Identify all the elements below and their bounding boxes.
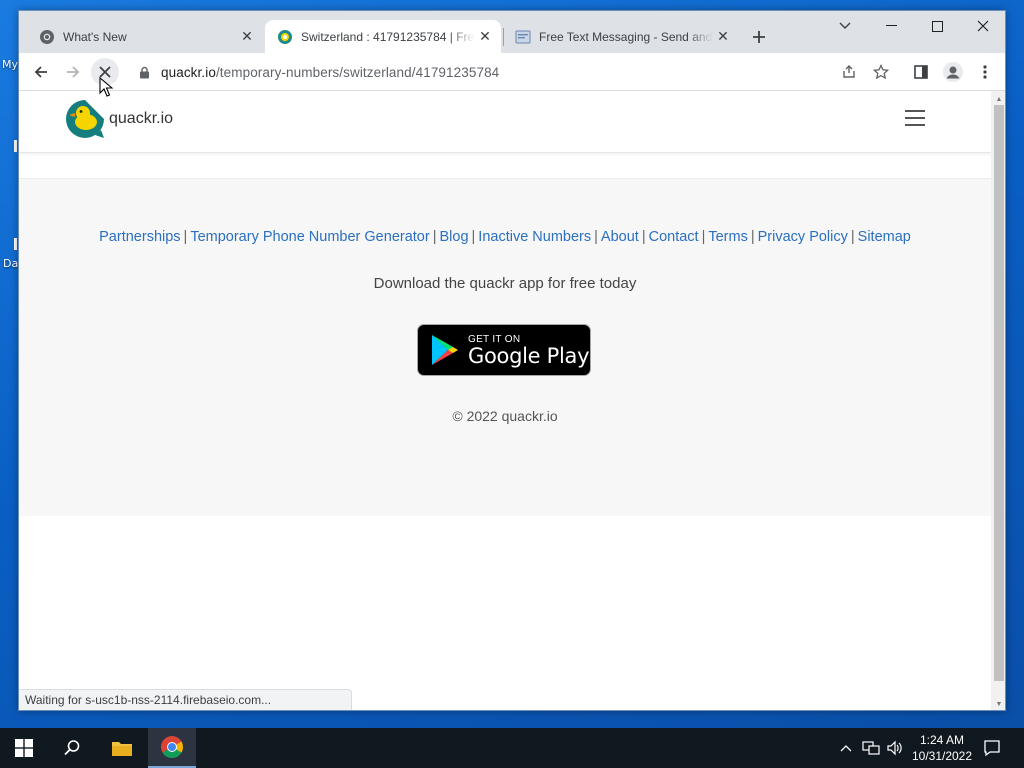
close-tab-icon[interactable]: ✕ [237,27,257,47]
side-panel-icon[interactable] [907,58,935,86]
tab-title: What's New [63,29,127,44]
footer-link-sitemap[interactable]: Sitemap [858,229,911,245]
google-play-small-text: GET IT ON [468,333,521,345]
maximize-button[interactable] [914,11,960,41]
windows-logo-icon [15,739,33,757]
taskbar: 1:24 AM 10/31/2022 [0,728,1024,768]
copyright-text: © 2022 quackr.io [452,408,558,424]
notification-icon [984,740,1000,757]
download-app-text: Download the quackr app for free today [373,275,637,292]
speaker-icon [887,740,902,756]
mouse-cursor-icon [99,77,113,97]
site-header: quackr.io [19,91,991,153]
back-button[interactable] [27,58,55,86]
more-menu-icon[interactable] [971,58,999,86]
notifications-button[interactable] [978,728,1006,768]
tab-title: Free Text Messaging - Send and [539,29,713,44]
network-icon [862,741,880,755]
quackr-favicon-icon [277,29,293,45]
profile-avatar[interactable] [939,58,967,86]
browser-window: What's New ✕ Switzerland : 41791235784 |… [18,10,1006,711]
google-play-big-text: Google Play [468,343,590,368]
site-logo-text: quackr.io [109,110,174,127]
clock-date: 10/31/2022 [911,749,973,763]
desktop-icon-label[interactable]: Da [3,257,18,270]
page-scrollbar[interactable]: ▲ ▼ [991,91,1005,710]
tab-free-text-messaging[interactable]: Free Text Messaging - Send and ✕ [503,20,739,53]
tab-switzerland[interactable]: Switzerland : 41791235784 | Free ✕ [265,20,501,53]
lock-icon[interactable] [139,66,151,79]
close-window-button[interactable] [960,11,1005,41]
volume-button[interactable] [884,728,906,768]
footer-link-blog[interactable]: Blog [439,229,468,245]
footer-link-number-generator[interactable]: Temporary Phone Number Generator [190,229,429,245]
sms-favicon-icon [515,29,531,45]
page-viewport: quackr.io Partnerships | Temporary Phone N… [19,91,1005,710]
scroll-up-arrow-icon[interactable]: ▲ [991,93,1005,105]
scroll-down-arrow-icon[interactable]: ▼ [991,698,1005,710]
footer-link-about[interactable]: About [601,229,639,245]
clock-time: 1:24 AM [919,733,965,747]
show-hidden-icons-button[interactable] [836,728,856,768]
minimize-button[interactable] [868,11,914,41]
google-play-badge[interactable]: GET IT ON Google Play [417,324,591,376]
tab-search-button[interactable] [822,11,868,41]
site-footer: Partnerships | Temporary Phone Number Gene… [19,178,991,516]
folder-icon [112,742,132,756]
start-button[interactable] [0,728,48,768]
desktop-icon-fragment [14,140,17,152]
footer-link-partnerships[interactable]: Partnerships [99,229,180,245]
taskbar-clock[interactable]: 1:24 AM 10/31/2022 [908,732,976,764]
new-tab-button[interactable] [747,25,771,49]
browser-toolbar: quackr.io/temporary-numbers/switzerland/… [19,53,1005,91]
footer-link-privacy-policy[interactable]: Privacy Policy [758,229,848,245]
search-button[interactable] [48,728,96,768]
file-explorer-button[interactable] [98,728,146,768]
site-logo[interactable]: quackr.io [65,99,173,139]
url-path: /temporary-numbers/switzerland/417912357… [215,64,500,80]
footer-link-inactive-numbers[interactable]: Inactive Numbers [478,229,591,245]
footer-link-contact[interactable]: Contact [649,229,699,245]
chevron-up-icon [840,745,852,752]
tab-strip: What's New ✕ Switzerland : 41791235784 |… [19,11,1005,53]
search-icon [64,740,80,756]
close-tab-icon[interactable]: ✕ [475,27,495,47]
scrollbar-thumb[interactable] [994,105,1004,681]
desktop-icon-fragment [14,238,17,250]
hamburger-menu-icon[interactable] [905,110,925,126]
footer-links: Partnerships | Temporary Phone Number Gene… [99,229,911,245]
chrome-icon [39,29,55,45]
desktop-icon-label[interactable]: My [2,58,18,71]
chrome-taskbar-button[interactable] [148,728,196,768]
network-button[interactable] [860,728,882,768]
close-tab-icon[interactable]: ✕ [713,27,733,47]
chrome-icon [161,736,183,758]
share-icon[interactable] [835,58,863,86]
status-bubble: Waiting for s-usc1b-nss-2114.firebaseio.… [19,689,353,710]
url-text: quackr.io/temporary-numbers/switzerland/… [161,65,499,80]
address-bar[interactable]: quackr.io/temporary-numbers/switzerland/… [127,57,893,87]
footer-link-terms[interactable]: Terms [708,229,747,245]
url-host: quackr.io [161,64,216,80]
duck-logo-icon [66,100,104,138]
bookmark-star-icon[interactable] [867,58,895,86]
tab-whats-new[interactable]: What's New ✕ [27,20,263,53]
google-play-icon [432,335,458,365]
forward-button[interactable] [59,58,87,86]
tab-title: Switzerland : 41791235784 | Free [301,29,475,44]
